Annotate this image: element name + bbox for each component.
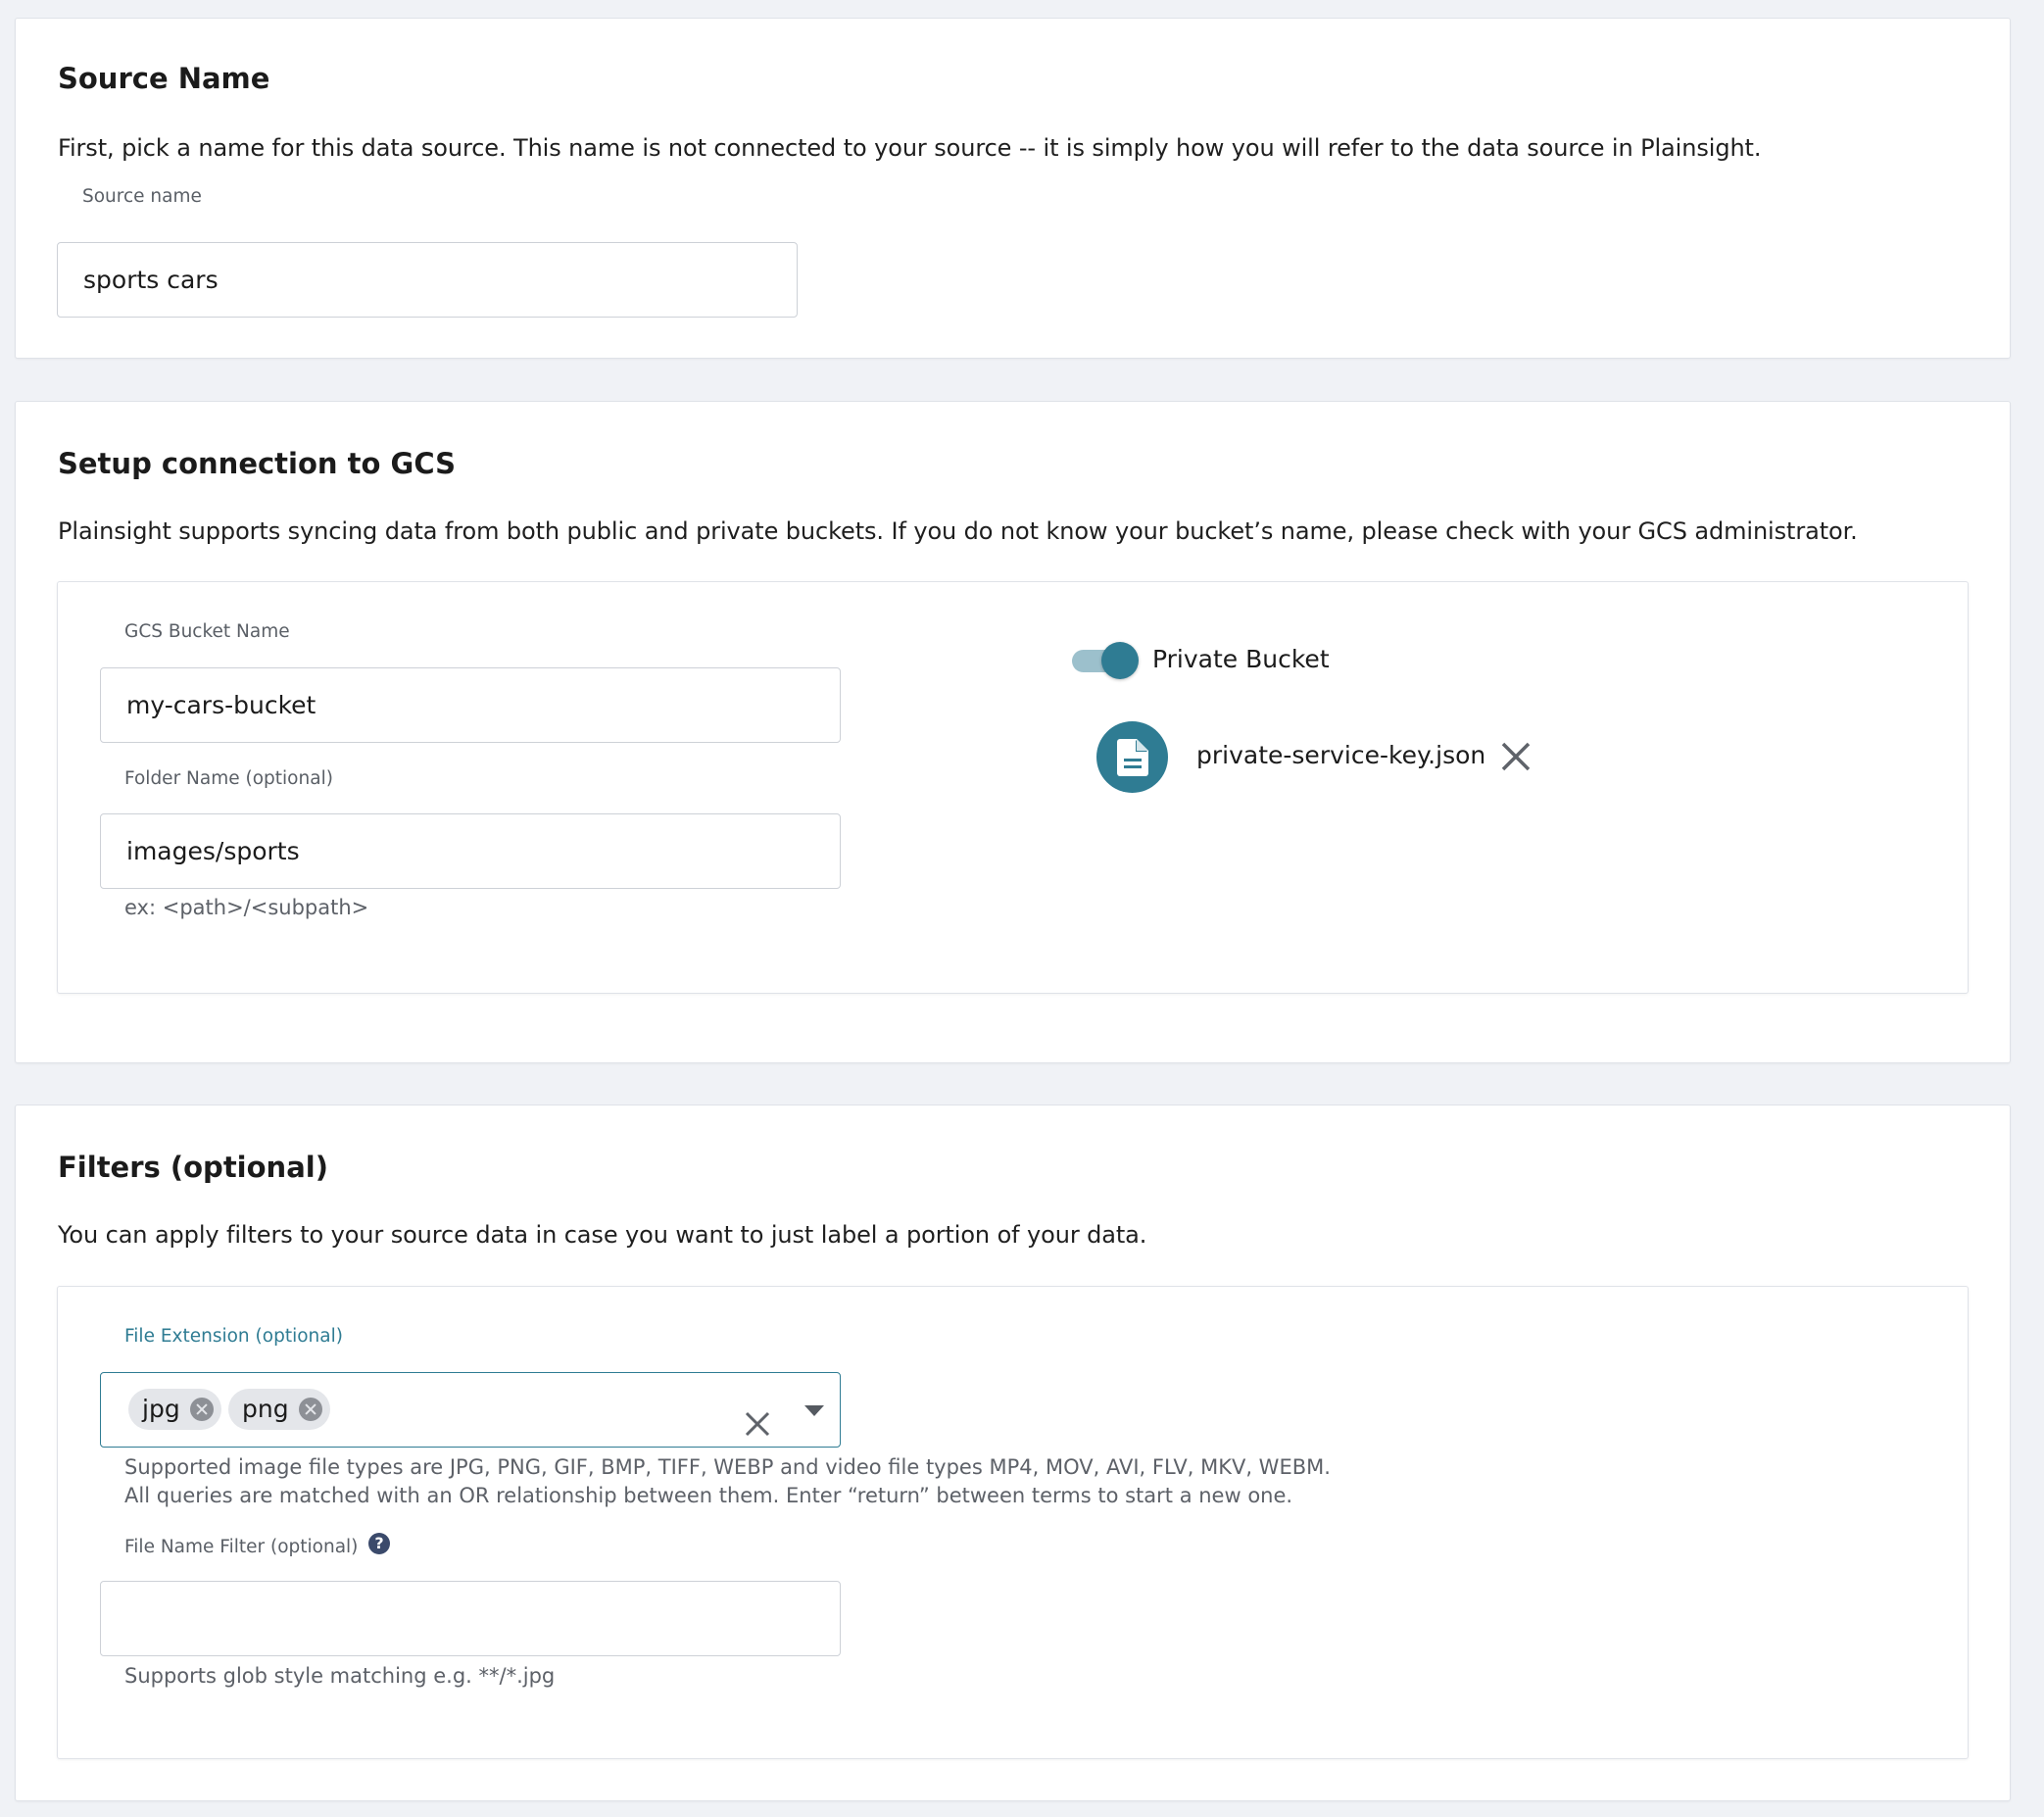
extension-chip-label: png <box>242 1395 289 1423</box>
extension-chip: jpg <box>128 1389 221 1430</box>
file-name-filter-label: File Name Filter (optional) <box>124 1537 359 1557</box>
service-key-file-name: private-service-key.json <box>1196 741 1486 769</box>
file-name-filter-helper: Supports glob style matching e.g. **/*.j… <box>124 1664 556 1688</box>
toggle-thumb <box>1101 642 1139 679</box>
gcs-connection-title: Setup connection to GCS <box>58 447 457 480</box>
file-extension-label: File Extension (optional) <box>124 1326 343 1347</box>
chevron-down-icon[interactable] <box>804 1405 824 1416</box>
folder-name-helper: ex: <path>/<subpath> <box>124 896 369 919</box>
folder-name-input[interactable]: images/sports <box>100 813 841 889</box>
remove-chip-icon[interactable] <box>189 1398 214 1421</box>
gcs-connection-card: Setup connection to GCS Plainsight suppo… <box>15 401 2011 1063</box>
gcs-connection-description: Plainsight supports syncing data from bo… <box>58 517 1858 545</box>
file-name-filter-input[interactable] <box>100 1581 841 1656</box>
source-name-card: Source Name First, pick a name for this … <box>15 18 2011 359</box>
question-icon[interactable]: ? <box>368 1533 390 1554</box>
extension-chip-label: jpg <box>142 1395 180 1423</box>
source-name-input[interactable]: sports cars <box>57 242 798 318</box>
file-extension-helper-2: All queries are matched with an OR relat… <box>124 1484 1293 1507</box>
source-name-description: First, pick a name for this data source.… <box>58 134 1762 162</box>
bucket-name-label: GCS Bucket Name <box>124 621 290 642</box>
filters-description: You can apply filters to your source dat… <box>58 1221 1147 1249</box>
file-extension-helper-1: Supported image file types are JPG, PNG,… <box>124 1455 1331 1479</box>
extension-chip: png <box>228 1389 330 1430</box>
private-bucket-toggle[interactable] <box>1072 641 1139 680</box>
remove-chip-icon[interactable] <box>298 1398 322 1421</box>
close-icon[interactable] <box>1498 739 1533 774</box>
source-name-label: Source name <box>82 186 202 207</box>
folder-name-label: Folder Name (optional) <box>124 768 333 789</box>
filters-card: Filters (optional) You can apply filters… <box>15 1105 2011 1801</box>
private-bucket-label: Private Bucket <box>1152 645 1330 673</box>
bucket-name-input[interactable]: my-cars-bucket <box>100 667 841 743</box>
clear-selection-icon[interactable] <box>742 1395 773 1437</box>
filters-title: Filters (optional) <box>58 1151 328 1184</box>
source-name-title: Source Name <box>58 62 270 95</box>
gcs-connection-panel: GCS Bucket Name my-cars-bucket Folder Na… <box>57 581 1969 994</box>
document-icon <box>1096 721 1168 793</box>
file-extension-select[interactable]: jpg png <box>100 1372 841 1448</box>
filters-panel: File Extension (optional) jpg png Suppor… <box>57 1286 1969 1759</box>
